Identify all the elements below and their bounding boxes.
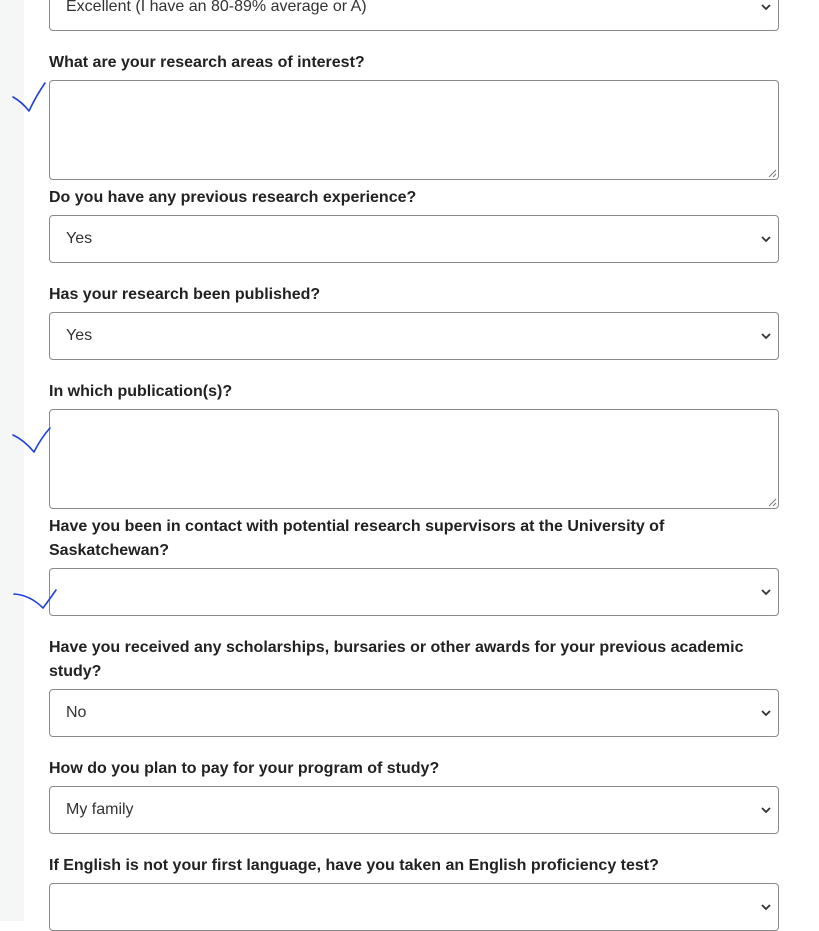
research-published-select[interactable]: Yes	[49, 312, 779, 360]
publications-textarea[interactable]	[49, 409, 779, 509]
chevron-down-icon	[761, 904, 771, 911]
resize-grip-icon[interactable]	[767, 497, 777, 507]
research-areas-label: What are your research areas of interest…	[49, 54, 365, 71]
academic-standing-select[interactable]: Excellent (I have an 80-89% average or A…	[49, 0, 779, 31]
handwritten-checkmark-icon	[13, 589, 57, 609]
chevron-down-icon	[761, 589, 771, 596]
scholarships-label: Have you received any scholarships, burs…	[49, 639, 744, 680]
supervisor-contact-label: Have you been in contact with potential …	[49, 518, 665, 559]
handwritten-checkmark-icon	[12, 82, 46, 112]
publications-label: In which publication(s)?	[49, 383, 233, 400]
scholarships-value: No	[66, 704, 87, 721]
chevron-down-icon	[761, 333, 771, 340]
academic-standing-value: Excellent (I have an 80-89% average or A…	[66, 0, 367, 15]
application-form: Excellent (I have an 80-89% average or A…	[0, 0, 819, 931]
payment-plan-select[interactable]: My family	[49, 786, 779, 834]
scholarships-select[interactable]: No	[49, 689, 779, 737]
research-published-value: Yes	[66, 327, 93, 344]
chevron-down-icon	[761, 710, 771, 717]
supervisor-contact-select[interactable]	[49, 568, 779, 616]
research-published-label: Has your research been published?	[49, 286, 321, 303]
research-experience-label: Do you have any previous research experi…	[49, 189, 417, 206]
chevron-down-icon	[761, 807, 771, 814]
payment-plan-value: My family	[66, 801, 134, 818]
english-test-select[interactable]	[49, 883, 779, 931]
payment-plan-label: How do you plan to pay for your program …	[49, 760, 440, 777]
research-experience-select[interactable]: Yes	[49, 215, 779, 263]
english-test-label: If English is not your first language, h…	[49, 857, 659, 874]
chevron-down-icon	[761, 4, 771, 11]
chevron-down-icon	[761, 236, 771, 243]
research-experience-value: Yes	[66, 230, 93, 247]
resize-grip-icon[interactable]	[767, 168, 777, 178]
research-areas-textarea[interactable]	[49, 80, 779, 180]
handwritten-checkmark-icon	[12, 427, 51, 453]
